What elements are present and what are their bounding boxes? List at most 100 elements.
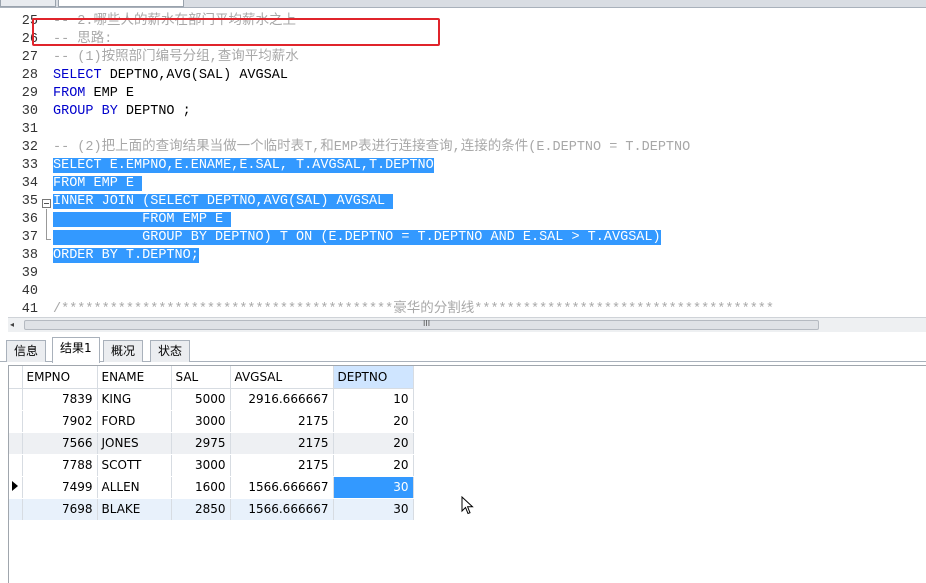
row-indicator[interactable] bbox=[9, 432, 23, 455]
code-line[interactable]: 29 FROM EMP E bbox=[0, 85, 926, 103]
line-number: 39 bbox=[21, 266, 38, 281]
cell-avgsal[interactable]: 2175 bbox=[230, 432, 334, 455]
query-tab-2[interactable] bbox=[58, 0, 184, 7]
cell-empno[interactable]: 7902 bbox=[22, 410, 98, 433]
column-header-ename[interactable]: ENAME bbox=[97, 366, 172, 389]
table-row[interactable]: 7698 BLAKE 2850 1566.666667 30 bbox=[9, 498, 414, 521]
fold-toggle-icon[interactable] bbox=[42, 199, 51, 208]
line-number: 38 bbox=[21, 248, 38, 263]
row-indicator[interactable] bbox=[9, 410, 23, 433]
cell-ename[interactable]: BLAKE bbox=[97, 498, 172, 521]
fold-guide bbox=[46, 209, 47, 239]
code-line[interactable]: 32 -- (2)把上面的查询结果当做一个临时表T,和EMP表进行连接查询,连接的… bbox=[0, 139, 926, 157]
code-line[interactable]: 28 SELECT DEPTNO,AVG(SAL) AVGSAL bbox=[0, 67, 926, 85]
code-line[interactable]: 38 ORDER BY T.DEPTNO; bbox=[0, 247, 926, 265]
header-row: EMPNO ENAME SAL AVGSAL DEPTNO bbox=[9, 366, 414, 389]
tab-overview[interactable]: 概况 bbox=[103, 340, 144, 362]
code-text: SELECT DEPTNO,AVG(SAL) AVGSAL bbox=[53, 67, 288, 85]
code-text: /***************************************… bbox=[53, 301, 774, 316]
cell-sal[interactable]: 1600 bbox=[171, 476, 231, 499]
table-row[interactable]: 7566 JONES 2975 2175 20 bbox=[9, 432, 414, 455]
cell-ename[interactable]: FORD bbox=[97, 410, 172, 433]
table-row[interactable]: 7839 KING 5000 2916.666667 10 bbox=[9, 388, 414, 411]
query-tab-strip bbox=[0, 0, 926, 8]
code-line[interactable]: 34 FROM EMP E bbox=[0, 175, 926, 193]
code-line[interactable]: 31 bbox=[0, 121, 926, 139]
fold-guide-end bbox=[46, 239, 51, 240]
cell-ename[interactable]: ALLEN bbox=[97, 476, 172, 499]
cell-avgsal[interactable]: 1566.666667 bbox=[230, 498, 334, 521]
tab-status[interactable]: 状态 bbox=[150, 340, 191, 362]
column-header-empno[interactable]: EMPNO bbox=[22, 366, 98, 389]
code-line[interactable]: 33 SELECT E.EMPNO,E.ENAME,E.SAL, T.AVGSAL… bbox=[0, 157, 926, 175]
table-row[interactable]: 7788 SCOTT 3000 2175 20 bbox=[9, 454, 414, 477]
cell-sal[interactable]: 3000 bbox=[171, 454, 231, 477]
line-number: 27 bbox=[21, 50, 38, 65]
scrollbar-thumb[interactable]: III bbox=[24, 319, 819, 330]
cell-deptno-selected[interactable]: 30 bbox=[333, 476, 414, 499]
cell-ename[interactable]: JONES bbox=[97, 432, 172, 455]
scrollbar-grip-icon: III bbox=[423, 319, 431, 328]
cell-deptno[interactable]: 20 bbox=[333, 432, 414, 455]
row-indicator[interactable] bbox=[9, 388, 23, 411]
cell-sal[interactable]: 2850 bbox=[171, 498, 231, 521]
cell-empno[interactable]: 7566 bbox=[22, 432, 98, 455]
code-text: GROUP BY DEPTNO) T ON (E.DEPTNO = T.DEPT… bbox=[53, 229, 661, 247]
line-number: 31 bbox=[21, 122, 38, 137]
table-row[interactable]: 7902 FORD 3000 2175 20 bbox=[9, 410, 414, 433]
cell-ename[interactable]: KING bbox=[97, 388, 172, 411]
code-line[interactable]: 37 GROUP BY DEPTNO) T ON (E.DEPTNO = T.D… bbox=[0, 229, 926, 247]
cell-empno[interactable]: 7788 bbox=[22, 454, 98, 477]
selected-code: FROM EMP E bbox=[53, 176, 143, 191]
code-text: FROM EMP E bbox=[53, 175, 143, 193]
cell-avgsal[interactable]: 2175 bbox=[230, 454, 334, 477]
cell-deptno[interactable]: 20 bbox=[333, 410, 414, 433]
line-number: 28 bbox=[21, 68, 38, 83]
code-line[interactable]: 41 /*************************************… bbox=[0, 301, 926, 316]
cell-sal[interactable]: 3000 bbox=[171, 410, 231, 433]
result-grid[interactable]: EMPNO ENAME SAL AVGSAL DEPTNO 7839 KING … bbox=[8, 365, 926, 583]
code-line[interactable]: 35 INNER JOIN (SELECT DEPTNO,AVG(SAL) AVG… bbox=[0, 193, 926, 211]
row-indicator[interactable] bbox=[9, 476, 23, 499]
cell-empno[interactable]: 7698 bbox=[22, 498, 98, 521]
code-line[interactable]: 27 -- (1)按照部门编号分组,查询平均薪水 bbox=[0, 49, 926, 67]
line-number: 40 bbox=[21, 284, 38, 299]
editor-horizontal-scrollbar[interactable]: ◂ III bbox=[8, 317, 926, 332]
cell-deptno[interactable]: 30 bbox=[333, 498, 414, 521]
cell-sal[interactable]: 5000 bbox=[171, 388, 231, 411]
row-indicator[interactable] bbox=[9, 454, 23, 477]
cell-avgsal[interactable]: 2175 bbox=[230, 410, 334, 433]
cell-ename[interactable]: SCOTT bbox=[97, 454, 172, 477]
cell-sal[interactable]: 2975 bbox=[171, 432, 231, 455]
code-line[interactable]: 36 FROM EMP E bbox=[0, 211, 926, 229]
cell-avgsal[interactable]: 2916.666667 bbox=[230, 388, 334, 411]
cell-empno[interactable]: 7499 bbox=[22, 476, 98, 499]
line-number: 36 bbox=[21, 212, 38, 227]
code-line[interactable]: 39 bbox=[0, 265, 926, 283]
column-header-deptno[interactable]: DEPTNO bbox=[333, 366, 414, 389]
current-row-arrow-icon bbox=[12, 481, 18, 491]
query-tab-1[interactable] bbox=[0, 0, 56, 7]
code-text: INNER JOIN (SELECT DEPTNO,AVG(SAL) AVGSA… bbox=[53, 193, 394, 211]
cell-avgsal[interactable]: 1566.666667 bbox=[230, 476, 334, 499]
column-header-sal[interactable]: SAL bbox=[171, 366, 231, 389]
sql-comment: -- (1)按照部门编号分组,查询平均薪水 bbox=[53, 50, 299, 65]
code-text: -- (1)按照部门编号分组,查询平均薪水 bbox=[53, 49, 299, 67]
tab-info[interactable]: 信息 bbox=[6, 340, 47, 362]
tab-result1[interactable]: 结果1 bbox=[52, 337, 100, 363]
cell-deptno[interactable]: 20 bbox=[333, 454, 414, 477]
sql-keyword: SELECT bbox=[53, 68, 102, 83]
sql-text: EMP E bbox=[85, 86, 135, 101]
column-header-avgsal[interactable]: AVGSAL bbox=[230, 366, 334, 389]
table-row-current[interactable]: 7499 ALLEN 1600 1566.666667 30 bbox=[9, 476, 414, 499]
sql-editor[interactable]: 25 -- 2.哪些人的薪水在部门平均薪水之上 26 -- 思路: 27 -- (1)按照… bbox=[0, 8, 926, 316]
code-line[interactable]: 30 GROUP BY DEPTNO ; bbox=[0, 103, 926, 121]
cell-empno[interactable]: 7839 bbox=[22, 388, 98, 411]
row-indicator[interactable] bbox=[9, 498, 23, 521]
scroll-left-arrow-icon[interactable]: ◂ bbox=[10, 320, 20, 330]
code-text: GROUP BY DEPTNO ; bbox=[53, 103, 191, 121]
code-text: -- (2)把上面的查询结果当做一个临时表T,和EMP表进行连接查询,连接的条件… bbox=[53, 139, 690, 157]
code-text: SELECT E.EMPNO,E.ENAME,E.SAL, T.AVGSAL,T… bbox=[53, 157, 434, 175]
cell-deptno[interactable]: 10 bbox=[333, 388, 414, 411]
code-line[interactable]: 40 bbox=[0, 283, 926, 301]
